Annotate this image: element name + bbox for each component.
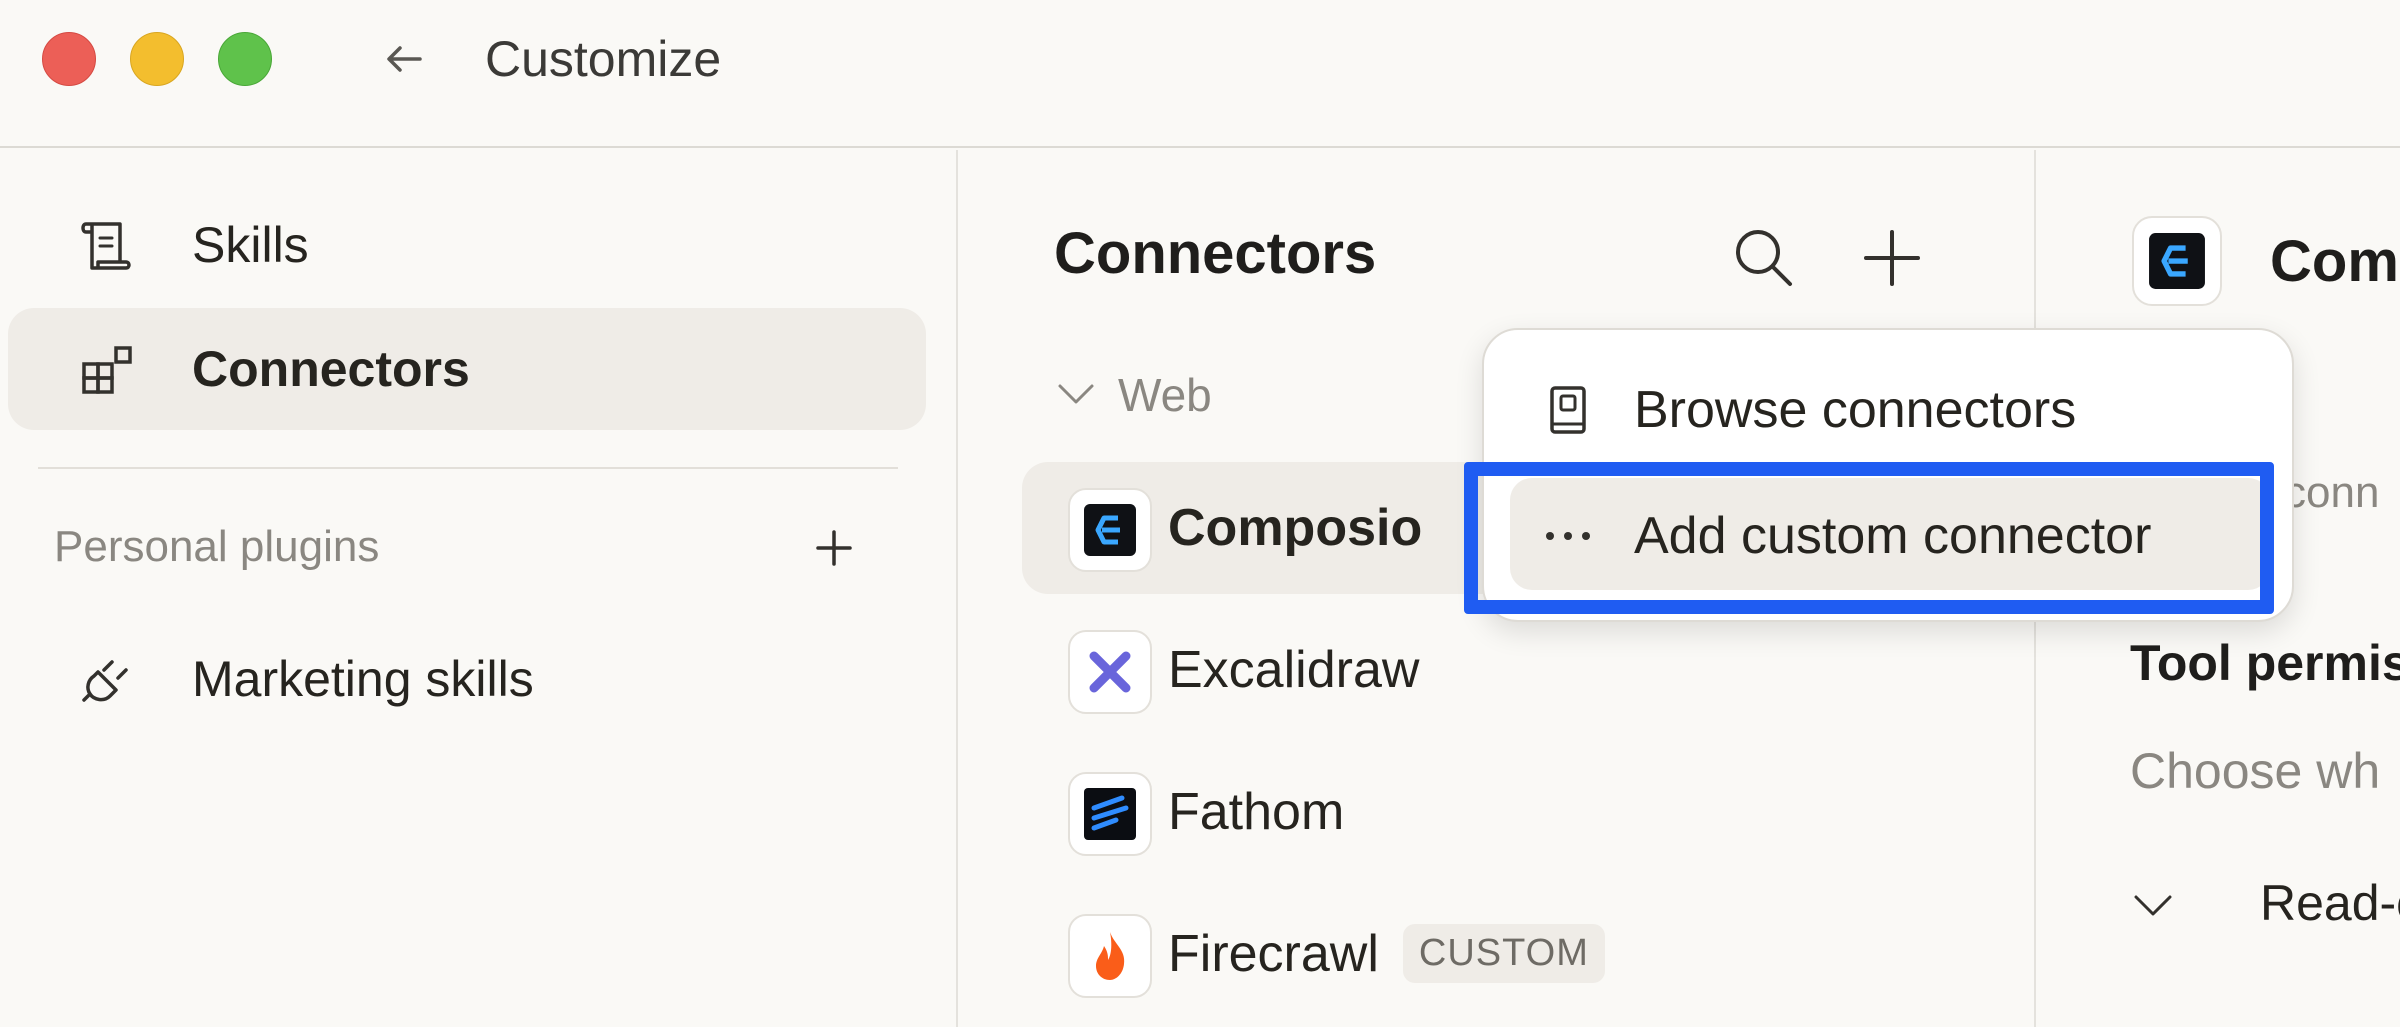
sidebar-item-connectors[interactable]: Connectors <box>8 308 926 430</box>
connector-row-excalidraw[interactable]: Excalidraw <box>1022 604 2002 736</box>
connector-row-fathom[interactable]: Fathom <box>1022 746 2002 878</box>
close-window-button[interactable] <box>42 32 96 86</box>
sidebar-item-label: Skills <box>192 217 309 273</box>
tool-permissions-description: Choose wh <box>2130 743 2381 799</box>
excalidraw-logo-icon <box>1068 630 1152 714</box>
connector-name: Fathom <box>1168 783 1345 841</box>
sidebar-item-skills[interactable]: Skills <box>8 184 926 306</box>
back-arrow-icon[interactable] <box>380 34 430 84</box>
personal-plugins-heading: Personal plugins <box>54 522 380 571</box>
connector-row-firecrawl[interactable]: Firecrawl CUSTOM <box>1022 888 2002 1020</box>
add-connector-menu: Browse connectors Add custom connector <box>1482 328 2294 622</box>
sidebar-divider <box>38 467 898 469</box>
fathom-logo-icon <box>1068 772 1152 856</box>
detail-title: Com <box>2270 229 2399 294</box>
zoom-window-button[interactable] <box>218 32 272 86</box>
read-only-section-label: Read-o <box>2260 875 2400 931</box>
web-group-toggle[interactable]: Web <box>1054 364 1374 424</box>
grid-plus-icon <box>78 342 136 400</box>
sidebar-item-label: Connectors <box>192 341 470 397</box>
detail-description: conn <box>2284 468 2380 517</box>
custom-badge: CUSTOM <box>1402 923 1605 983</box>
add-connector-plus-icon[interactable] <box>1858 224 1926 292</box>
search-icon[interactable] <box>1728 222 1800 294</box>
menu-item-label: Add custom connector <box>1634 507 2152 565</box>
firecrawl-logo-icon <box>1068 914 1152 998</box>
sidebar: Skills Connectors Personal plugins Marke… <box>0 150 958 1027</box>
ellipsis-icon <box>1540 508 1596 564</box>
chevron-down-icon <box>1054 372 1098 416</box>
connector-name-text: Firecrawl <box>1168 925 1379 983</box>
connectors-title: Connectors <box>1054 221 1377 286</box>
connector-name: Firecrawl CUSTOM <box>1168 923 1605 987</box>
menu-item-label: Browse connectors <box>1634 381 2077 439</box>
connector-name: Composio <box>1168 499 1423 557</box>
sidebar-item-label: Marketing skills <box>192 651 534 707</box>
scroll-icon <box>78 218 136 276</box>
title-bar: Customize <box>0 0 2400 148</box>
composio-logo-icon <box>1068 488 1152 572</box>
composio-logo-icon <box>2132 216 2222 306</box>
add-custom-connector-menu-item[interactable]: Add custom connector <box>1510 478 2270 590</box>
plug-icon <box>78 652 136 710</box>
book-icon <box>1540 382 1596 438</box>
browse-connectors-menu-item[interactable]: Browse connectors <box>1510 352 2270 464</box>
chevron-down-icon <box>2130 882 2176 928</box>
connector-name: Excalidraw <box>1168 641 1420 699</box>
minimize-window-button[interactable] <box>130 32 184 86</box>
tool-permissions-heading: Tool permis <box>2130 635 2400 691</box>
sidebar-item-marketing-skills[interactable]: Marketing skills <box>8 618 926 740</box>
add-plugin-plus-icon[interactable] <box>808 522 860 574</box>
window-title: Customize <box>485 31 722 87</box>
web-group-label: Web <box>1118 369 1212 421</box>
